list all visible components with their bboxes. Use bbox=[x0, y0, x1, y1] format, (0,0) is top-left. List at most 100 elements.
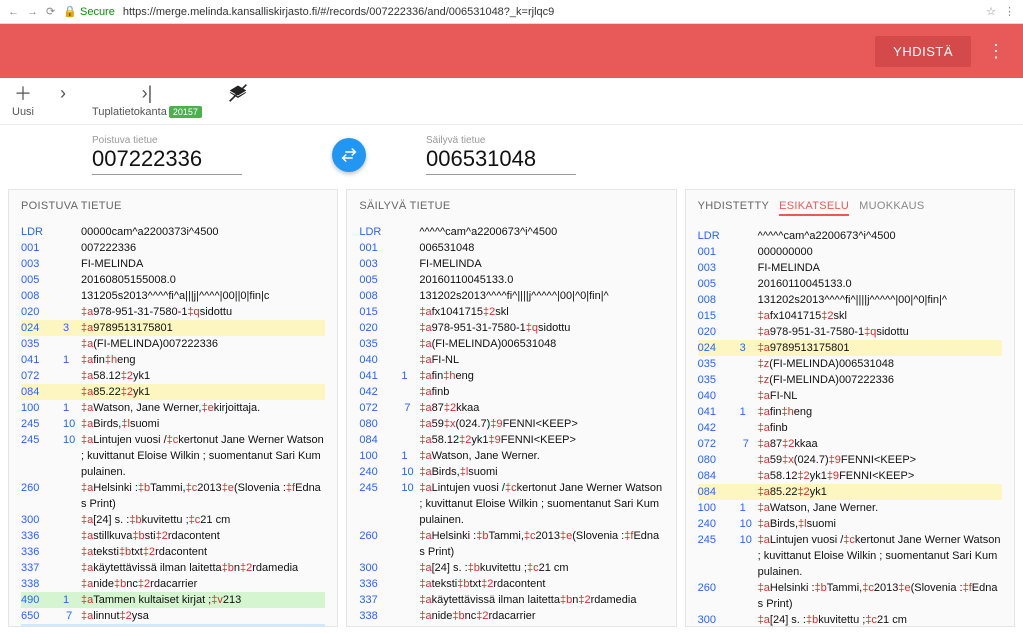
marc-row[interactable]: 080‡a59‡x(024.7)‡9FENNI<KEEP> bbox=[359, 416, 663, 432]
marc-row[interactable]: 020‡a978-951-31-7580-1‡qsidottu bbox=[21, 304, 325, 320]
header-menu-icon[interactable]: ⋮ bbox=[981, 41, 1011, 62]
marc-row[interactable]: 300‡a[24] s. :‡bkuvitettu ;‡c21 cm bbox=[359, 560, 663, 576]
marc-row[interactable]: 001000000000 bbox=[698, 244, 1002, 260]
marc-row[interactable]: 015‡afx1041715‡2skl bbox=[359, 304, 663, 320]
back-icon[interactable]: ← bbox=[8, 6, 19, 18]
panel-title-tabs: YHDISTETTY ESIKATSELU MUOKKAUS bbox=[698, 200, 1002, 216]
marc-records-yhdistetty: LDR^^^^^cam^a2200673^i^45000010000000000… bbox=[698, 228, 1002, 627]
marc-row[interactable]: 035‡z(FI-MELINDA)006531048 bbox=[698, 356, 1002, 372]
marc-row[interactable]: 0411 ‡afin‡heng bbox=[21, 352, 325, 368]
chevron-right-icon: › bbox=[60, 82, 66, 104]
marc-row[interactable]: 008131205s2013^^^^fi^a|||j|^^^^|00||0|fi… bbox=[21, 288, 325, 304]
marc-row[interactable]: 008131202s2013^^^^fi^||||j^^^^^|00|^0|fi… bbox=[359, 288, 663, 304]
merge-button[interactable]: YHDISTÄ bbox=[875, 36, 971, 67]
marc-records-poistuva: LDR00000cam^a2200373i^450000100722233600… bbox=[21, 224, 325, 627]
marc-row[interactable]: 336‡ateksti‡btxt‡2rdacontent bbox=[359, 576, 663, 592]
marc-row[interactable]: LDR00000cam^a2200373i^4500 bbox=[21, 224, 325, 240]
browser-menu-icon[interactable]: ⋮ bbox=[1004, 5, 1015, 18]
marc-row[interactable]: 260‡aHelsinki :‡bTammi,‡c2013‡e(Slovenia… bbox=[359, 528, 663, 560]
marc-row[interactable]: 035‡z(FI-MELINDA)007222336 bbox=[698, 372, 1002, 388]
tab-preview[interactable]: ESIKATSELU bbox=[779, 200, 849, 216]
marc-row[interactable]: 1001 ‡aWatson, Jane Werner. bbox=[359, 448, 663, 464]
marc-row[interactable]: 020‡a978-951-31-7580-1‡qsidottu bbox=[359, 320, 663, 336]
marc-row[interactable]: 338‡anide‡bnc‡2rdacarrier bbox=[359, 608, 663, 624]
marc-row[interactable]: 0243 ‡a9789513175801 bbox=[698, 340, 1002, 356]
marc-row[interactable]: 24010‡aBirds,‡lsuomi bbox=[698, 516, 1002, 532]
marc-row[interactable]: 336‡astillkuva‡bsti‡2rdacontent bbox=[21, 528, 325, 544]
count-badge: 20157 bbox=[169, 106, 202, 118]
marc-row[interactable]: 4901 ‡aTammen kultaiset kirjat ;‡v213 bbox=[21, 592, 325, 608]
skip-next-icon: ›| bbox=[142, 82, 153, 104]
marc-row[interactable]: 003FI-MELINDA bbox=[21, 256, 325, 272]
marc-row[interactable]: 00520160805155008.0 bbox=[21, 272, 325, 288]
marc-row[interactable]: 00520160110045133.0 bbox=[359, 272, 663, 288]
marc-row[interactable]: 084‡a85.22‡2yk1 bbox=[21, 384, 325, 400]
marc-row[interactable]: 040‡aFI-NL bbox=[359, 352, 663, 368]
marc-row[interactable]: 001006531048 bbox=[359, 240, 663, 256]
marc-row[interactable]: 00520160110045133.0 bbox=[698, 276, 1002, 292]
marc-row[interactable]: 300‡a[24] s. :‡bkuvitettu ;‡c21 cm bbox=[698, 612, 1002, 627]
toolbar: ＋ Uusi › ›| Tuplatietokanta20157 bbox=[0, 78, 1023, 125]
marc-row[interactable]: 084‡a58.12‡2yk1‡9FENNI<KEEP> bbox=[359, 432, 663, 448]
marc-row[interactable]: 003FI-MELINDA bbox=[698, 260, 1002, 276]
marc-row[interactable]: 260‡aHelsinki :‡bTammi,‡c2013‡e(Slovenia… bbox=[21, 480, 325, 512]
toolbar-layers-off[interactable] bbox=[228, 82, 248, 118]
marc-row[interactable]: 015‡afx1041715‡2skl bbox=[698, 308, 1002, 324]
marc-row[interactable]: 020‡a978-951-31-7580-1‡qsidottu bbox=[698, 324, 1002, 340]
marc-row[interactable]: 0411 ‡afin‡heng bbox=[698, 404, 1002, 420]
marc-row[interactable]: 072 7‡a87‡2kkaa bbox=[698, 436, 1002, 452]
tab-edit[interactable]: MUOKKAUS bbox=[859, 200, 924, 216]
marc-row[interactable]: 0411 ‡afin‡heng bbox=[359, 368, 663, 384]
marc-row[interactable]: 072 7‡a87‡2kkaa bbox=[359, 400, 663, 416]
marc-row[interactable]: 24510‡aLintujen vuosi /‡ckertonut Jane W… bbox=[698, 532, 1002, 580]
marc-row[interactable]: 650 7‡apesintä‡xlinnut‡2ysa bbox=[21, 624, 325, 627]
marc-row[interactable]: 337‡akäytettävissä ilman laitetta‡bn‡2rd… bbox=[359, 592, 663, 608]
marc-row[interactable]: 336‡ateksti‡btxt‡2rdacontent bbox=[21, 544, 325, 560]
toolbar-next[interactable]: › bbox=[60, 82, 66, 118]
marc-row[interactable]: LDR^^^^^cam^a2200673^i^4500 bbox=[359, 224, 663, 240]
reload-icon[interactable]: ⟳ bbox=[46, 5, 55, 18]
marc-row[interactable]: 1001 ‡aWatson, Jane Werner,‡ekirjoittaja… bbox=[21, 400, 325, 416]
marc-row[interactable]: 4900 ‡aTammen kultaiset kirjat ;‡v213 bbox=[359, 624, 663, 627]
marc-row[interactable]: LDR^^^^^cam^a2200673^i^4500 bbox=[698, 228, 1002, 244]
marc-row[interactable]: 072‡a58.12‡2yk1 bbox=[21, 368, 325, 384]
marc-row[interactable]: 003FI-MELINDA bbox=[359, 256, 663, 272]
marc-row[interactable]: 300‡a[24] s. :‡bkuvitettu ;‡c21 cm bbox=[21, 512, 325, 528]
marc-row[interactable]: 338‡anide‡bnc‡2rdacarrier bbox=[21, 576, 325, 592]
poistuva-id-group: Poistuva tietue 007222336 bbox=[92, 135, 242, 175]
marc-row[interactable]: 650 7‡alinnut‡2ysa bbox=[21, 608, 325, 624]
browser-address-bar: ← → ⟳ 🔒 Secure https://merge.melinda.kan… bbox=[0, 0, 1023, 24]
marc-row[interactable]: 24510‡aBirds,‡lsuomi bbox=[21, 416, 325, 432]
marc-row[interactable]: 24510‡aLintujen vuosi /‡ckertonut Jane W… bbox=[359, 480, 663, 528]
toolbar-new-label: Uusi bbox=[12, 106, 34, 118]
sailyva-id-group: Säilyvä tietue 006531048 bbox=[426, 135, 576, 175]
marc-row[interactable]: 080‡a59‡x(024.7)‡9FENNI<KEEP> bbox=[698, 452, 1002, 468]
marc-row[interactable]: 035‡a(FI-MELINDA)007222336 bbox=[21, 336, 325, 352]
marc-row[interactable]: 001007222336 bbox=[21, 240, 325, 256]
url-display[interactable]: https://merge.melinda.kansalliskirjasto.… bbox=[123, 6, 978, 18]
forward-icon[interactable]: → bbox=[27, 6, 38, 18]
marc-records-sailyva: LDR^^^^^cam^a2200673^i^45000010065310480… bbox=[359, 224, 663, 627]
marc-row[interactable]: 1001 ‡aWatson, Jane Werner. bbox=[698, 500, 1002, 516]
bookmark-icon[interactable]: ☆ bbox=[986, 5, 996, 18]
marc-row[interactable]: 042‡afinb bbox=[359, 384, 663, 400]
panel-title-main: YHDISTETTY bbox=[698, 200, 769, 216]
swap-button[interactable] bbox=[332, 138, 366, 172]
marc-row[interactable]: 084‡a58.12‡2yk1‡9FENNI<KEEP> bbox=[698, 468, 1002, 484]
marc-row[interactable]: 008131202s2013^^^^fi^||||j^^^^^|00|^0|fi… bbox=[698, 292, 1002, 308]
panel-title: SÄILYVÄ TIETUE bbox=[359, 200, 663, 212]
marc-row[interactable]: 337‡akäytettävissä ilman laitetta‡bn‡2rd… bbox=[21, 560, 325, 576]
marc-row[interactable]: 035‡a(FI-MELINDA)006531048 bbox=[359, 336, 663, 352]
marc-row[interactable]: 24010‡aBirds,‡lsuomi bbox=[359, 464, 663, 480]
marc-row[interactable]: 084‡a85.22‡2yk1 bbox=[698, 484, 1002, 500]
marc-row[interactable]: 042‡afinb bbox=[698, 420, 1002, 436]
toolbar-new[interactable]: ＋ Uusi bbox=[12, 82, 34, 118]
marc-row[interactable]: 0243 ‡a9789513175801 bbox=[21, 320, 325, 336]
sailyva-value[interactable]: 006531048 bbox=[426, 146, 576, 175]
toolbar-skip[interactable]: ›| Tuplatietokanta20157 bbox=[92, 82, 202, 118]
marc-row[interactable]: 260‡aHelsinki :‡bTammi,‡c2013‡e(Slovenia… bbox=[698, 580, 1002, 612]
marc-row[interactable]: 24510‡aLintujen vuosi /‡ckertonut Jane W… bbox=[21, 432, 325, 480]
poistuva-value[interactable]: 007222336 bbox=[92, 146, 242, 175]
plus-icon: ＋ bbox=[14, 82, 32, 104]
marc-row[interactable]: 040‡aFI-NL bbox=[698, 388, 1002, 404]
